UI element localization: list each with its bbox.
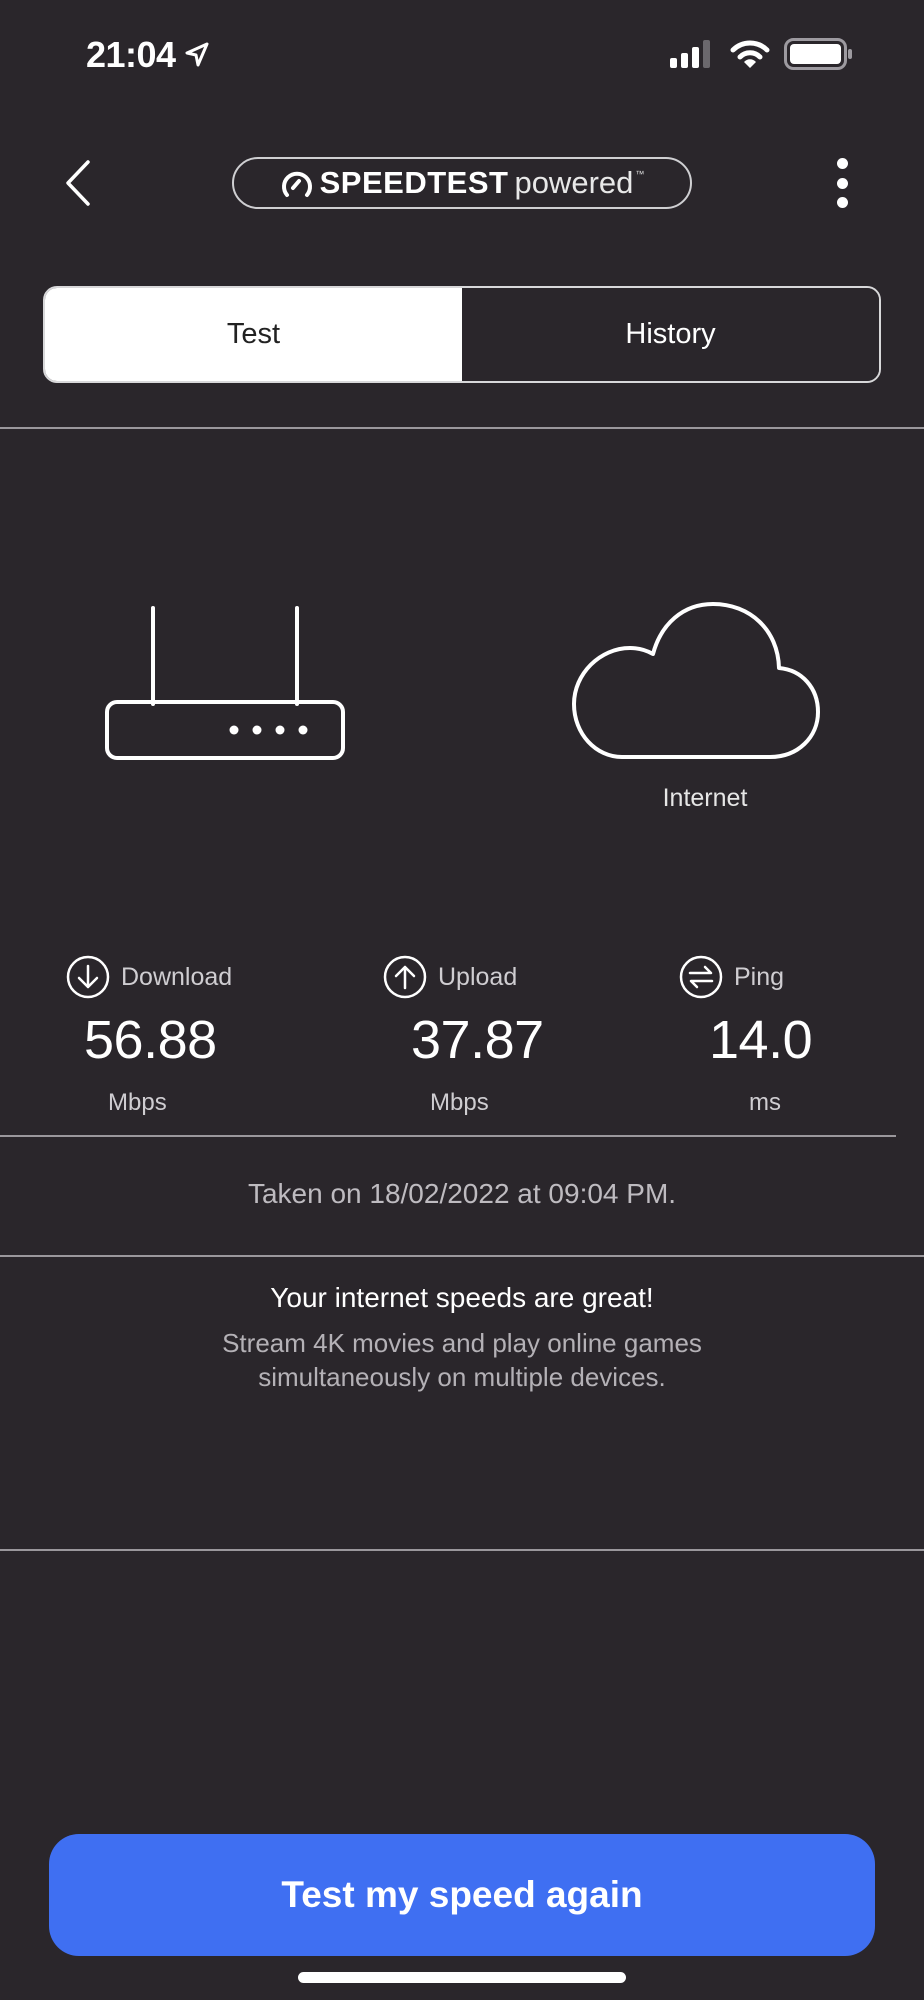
- ping-label: Ping: [734, 962, 785, 991]
- metric-upload: Upload 37.87 Mbps: [383, 955, 544, 1117]
- back-button[interactable]: [60, 158, 100, 208]
- ping-unit: ms: [749, 1089, 781, 1116]
- speedtest-logo: SPEEDTEST powered ™: [232, 157, 692, 209]
- logo-suffix: powered: [514, 165, 634, 200]
- swap-arrows-circle-icon: [679, 955, 723, 999]
- metric-ping: Ping 14.0 ms: [679, 955, 813, 1117]
- test-speed-again-button[interactable]: Test my speed again: [49, 1834, 875, 1956]
- wifi-icon: [730, 40, 770, 68]
- status-bar-indicators: [670, 38, 854, 70]
- upload-value: 37.87: [411, 1010, 544, 1070]
- divider: [0, 1255, 924, 1257]
- tab-history[interactable]: History: [462, 288, 879, 381]
- more-options-button[interactable]: [830, 158, 854, 208]
- arrow-up-circle-icon: [383, 955, 427, 999]
- logo-trademark: ™: [635, 169, 645, 179]
- internet-label: Internet: [662, 784, 748, 812]
- status-bar-time: 21:04: [86, 34, 210, 76]
- divider: [0, 1135, 896, 1137]
- chevron-left-icon: [66, 160, 90, 206]
- cellular-signal-icon: [670, 40, 710, 68]
- metric-download: Download 56.88 Mbps: [66, 955, 232, 1117]
- download-unit: Mbps: [108, 1089, 167, 1116]
- speedometer-icon: [281, 171, 312, 197]
- upload-label: Upload: [438, 962, 518, 991]
- upload-unit: Mbps: [430, 1089, 489, 1116]
- divider: [0, 427, 924, 429]
- home-indicator[interactable]: [298, 1972, 626, 1983]
- tab-test[interactable]: Test: [45, 288, 462, 381]
- divider: [0, 1549, 924, 1551]
- test-timestamp: Taken on 18/02/2022 at 09:04 PM.: [247, 1178, 677, 1209]
- ping-value: 14.0: [709, 1010, 813, 1070]
- tab-bar: Test History: [43, 286, 881, 383]
- tab-test-label: Test: [226, 318, 281, 350]
- cloud-icon: [572, 602, 820, 759]
- battery-icon: [784, 38, 852, 70]
- download-value: 56.88: [84, 1010, 217, 1070]
- clock: 21:04: [86, 34, 176, 75]
- arrow-down-circle-icon: [66, 955, 110, 999]
- more-vertical-icon: [836, 158, 848, 169]
- location-arrow-icon: [185, 42, 209, 67]
- verdict-line-1: Stream 4K movies and play online games: [222, 1328, 702, 1358]
- router-icon: [105, 606, 345, 760]
- verdict-description: Stream 4K movies and play online games s…: [0, 1326, 924, 1394]
- logo-brand: SPEEDTEST: [319, 165, 509, 200]
- download-label: Download: [121, 962, 233, 991]
- verdict-title: Your internet speeds are great!: [270, 1282, 654, 1313]
- tab-history-label: History: [625, 318, 716, 350]
- verdict-line-2: simultaneously on multiple devices.: [258, 1362, 666, 1392]
